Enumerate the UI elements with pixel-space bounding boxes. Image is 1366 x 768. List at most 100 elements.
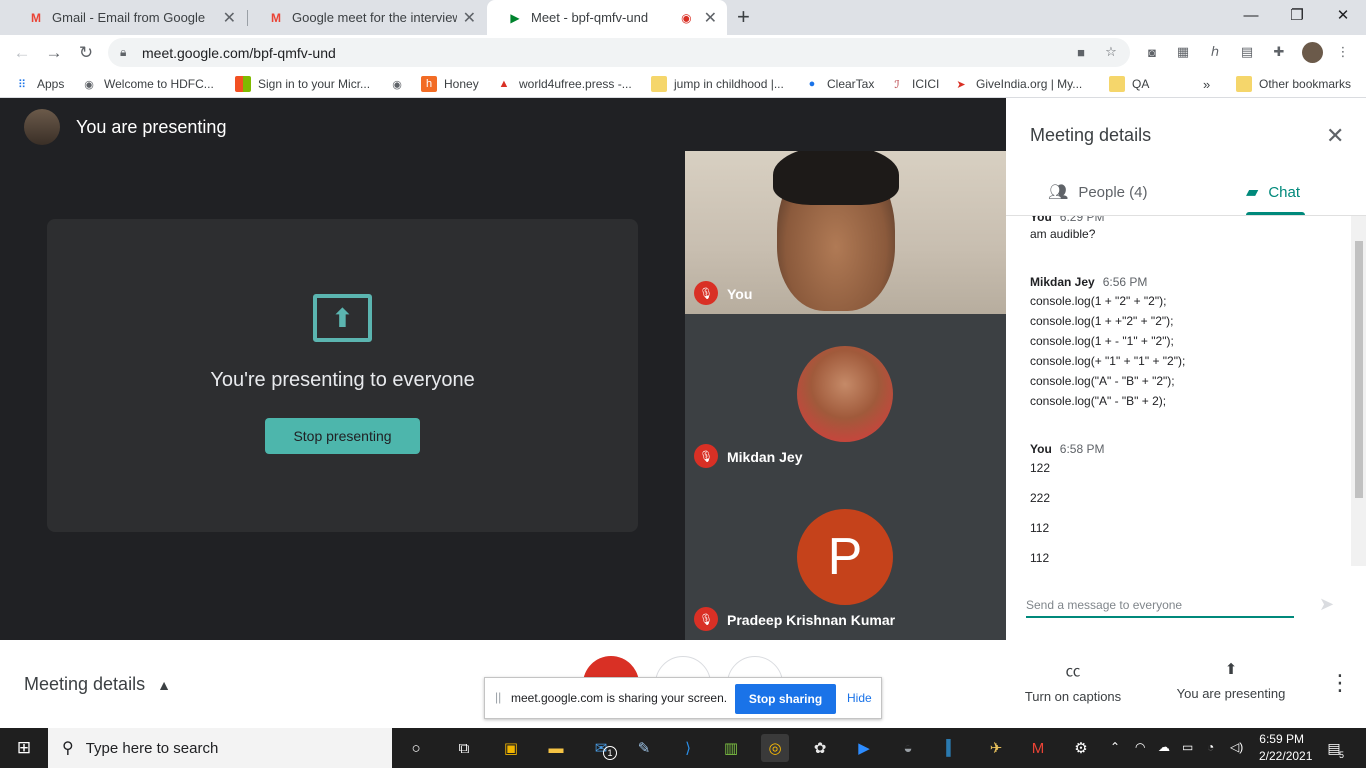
bookmark-label: world4ufree.press -... (519, 77, 632, 91)
store-icon[interactable]: ▣ (497, 734, 525, 762)
tab-meet[interactable]: ▶ Meet - bpf-qmfv-und ◉ ✕ (487, 0, 727, 35)
close-tab-icon[interactable]: ✕ (704, 8, 717, 28)
participant-tile-pradeep[interactable]: P 🎙︎ Pradeep Krishnan Kumar (685, 477, 1006, 640)
message-header: You 6:58 PM (1030, 442, 1104, 456)
editor-icon[interactable]: ▍ (938, 734, 966, 762)
screenshot-extension-icon[interactable]: ◙ (1143, 43, 1161, 61)
gmail-icon[interactable]: M (1024, 734, 1052, 762)
taskbar-search[interactable]: ⚲ Type here to search (48, 728, 392, 768)
reload-icon[interactable]: ↻ (74, 41, 98, 65)
presenting-button[interactable]: ⬆ You are presenting (1174, 660, 1288, 701)
chat-scrollbar-thumb[interactable] (1355, 241, 1363, 498)
honey-extension-icon[interactable]: ℎ (1206, 43, 1224, 61)
bookmark-honey[interactable]: h Honey (421, 75, 479, 93)
chat-log: You 6:29 PM am audible? Mikdan Jey 6:56 PM… (1030, 216, 1350, 566)
presentation-card: ⬆ You're presenting to everyone Stop pre… (47, 219, 638, 532)
bookmark-microsoft[interactable]: Sign in to your Micr... (235, 75, 370, 93)
network-icon[interactable]: ◠ (1135, 740, 1145, 754)
maximize-icon[interactable]: ❐ (1274, 0, 1320, 30)
task-view-icon[interactable]: ⧉ (450, 734, 478, 762)
close-tab-icon[interactable]: ✕ (463, 8, 476, 28)
bookmark-icici[interactable]: ℐ ICICI (889, 75, 939, 93)
vscode-icon[interactable]: ⟩ (674, 734, 702, 762)
participant-tile-you[interactable]: 🎙︎ You (685, 151, 1006, 314)
wifi-icon[interactable]: ◔ (1207, 740, 1214, 754)
close-window-icon[interactable]: ✕ (1320, 0, 1366, 30)
bookmark-jump-childhood[interactable]: jump in childhood |... (651, 75, 784, 93)
bookmark-other[interactable]: Other bookmarks (1236, 75, 1351, 93)
tab-gmail[interactable]: M Gmail - Email from Google ✕ (8, 0, 246, 35)
cloud-icon[interactable]: ☁ (1158, 740, 1170, 754)
bookmark-globe[interactable]: ◉ (389, 75, 412, 93)
forward-icon[interactable]: → (42, 41, 66, 65)
volume-icon[interactable]: ◁) (1230, 740, 1243, 754)
hide-button[interactable]: Hide (847, 691, 872, 705)
windows-start-icon[interactable]: ⊞ (0, 728, 48, 768)
extension-icon[interactable]: ▦ (1174, 43, 1192, 61)
stop-sharing-button[interactable]: Stop sharing (735, 684, 836, 714)
close-panel-icon[interactable]: ✕ (1326, 123, 1344, 149)
app-icon[interactable]: ✈ (982, 734, 1010, 762)
more-bookmarks-icon[interactable]: » (1203, 75, 1210, 93)
close-tab-icon[interactable]: ✕ (223, 8, 236, 28)
bookmark-star-icon[interactable]: ☆ (1102, 43, 1120, 61)
captions-button[interactable]: ㏄ Turn on captions (1020, 660, 1126, 704)
camera-icon[interactable]: ■ (1072, 43, 1090, 61)
clock-time: 6:59 PM (1259, 732, 1304, 746)
meet-icon: ▶ (510, 10, 520, 25)
bookmark-cleartax[interactable]: ● ClearTax (804, 75, 875, 93)
notepad-plus-icon[interactable]: ▥ (717, 734, 745, 762)
message-header: Mikdan Jey 6:56 PM (1030, 275, 1147, 289)
participant-name: You (727, 286, 753, 302)
battery-icon[interactable]: ▭ (1182, 740, 1193, 754)
cortana-icon[interactable]: ○ (402, 734, 430, 762)
profile-avatar[interactable] (1302, 42, 1323, 63)
windows-taskbar: ⊞ ⚲ Type here to search ○ ⧉ ▣ ▬ ✉ 1 ✎ ⟩ … (0, 728, 1366, 768)
tab-people[interactable]: 👥︎ People (4) (1048, 182, 1148, 202)
bookmark-label: ClearTax (827, 77, 875, 91)
new-tab-icon[interactable]: + (737, 4, 750, 30)
more-options-icon[interactable]: ⋮ (1329, 670, 1351, 696)
panel-title: Meeting details (1030, 125, 1152, 145)
settings-gear-icon[interactable]: ⚙ (1067, 734, 1095, 762)
participant-video-hair (773, 151, 899, 205)
address-bar[interactable]: 🔒︎ meet.google.com/bpf-qmfv-und ■ ☆ (108, 38, 1130, 67)
bookmarks-bar: ⠿ Apps ◉ Welcome to HDFC... Sign in to you… (0, 70, 1366, 98)
bookmark-hdfc[interactable]: ◉ Welcome to HDFC... (81, 75, 214, 93)
zoom-icon[interactable]: ▶ (850, 734, 878, 762)
chrome-icon[interactable]: ◎ (761, 734, 789, 762)
meeting-details-label: Meeting details (24, 674, 146, 694)
minimize-icon[interactable]: — (1228, 0, 1274, 30)
message-time: 6:58 PM (1059, 442, 1105, 456)
gmail-icon: M (271, 10, 281, 25)
eclipse-icon[interactable]: ◒ (894, 734, 922, 762)
chat-message-input[interactable] (1026, 595, 1294, 615)
document-extension-icon[interactable]: ▤ (1238, 43, 1256, 61)
bookmark-world4ufree[interactable]: ▲ world4ufree.press -... (496, 75, 632, 93)
puzzle-extensions-icon[interactable]: ✚ (1270, 43, 1288, 61)
back-icon[interactable]: ← (10, 41, 34, 65)
tray-chevron-up-icon[interactable]: ⌃ (1110, 740, 1120, 754)
meeting-details-toggle[interactable]: Meeting details ▲ (24, 674, 171, 695)
mail-badge: 1 (603, 746, 617, 760)
clock-date: 2/22/2021 (1259, 749, 1313, 763)
bookmark-giveindia[interactable]: ➤ GiveIndia.org | My... (953, 75, 1082, 93)
icici-icon: ℐ (894, 78, 900, 91)
participant-name: Pradeep Krishnan Kumar (727, 612, 896, 628)
bookmark-qa[interactable]: QA (1109, 75, 1149, 93)
message-line: console.log(1 + +"2" + "2"); (1030, 314, 1174, 328)
file-explorer-icon[interactable]: ▬ (542, 734, 570, 762)
app-icon[interactable]: ✿ (806, 734, 834, 762)
system-clock[interactable]: 6:59 PM 2/22/2021 (1259, 731, 1313, 765)
drag-handle-icon[interactable]: || (495, 690, 501, 704)
bookmark-apps[interactable]: ⠿ Apps (14, 75, 64, 93)
browser-menu-icon[interactable]: ⋮ (1334, 43, 1352, 61)
stop-presenting-button[interactable]: Stop presenting (265, 418, 420, 454)
bookmark-label: Other bookmarks (1259, 77, 1352, 91)
tab-interview-email[interactable]: M Google meet for the interview at ✕ (248, 0, 486, 35)
send-icon[interactable]: ➤ (1319, 594, 1334, 615)
tab-chat[interactable]: ▰ Chat (1246, 182, 1300, 202)
participant-tile-mikdan[interactable]: 🎙︎ Mikdan Jey (685, 314, 1006, 477)
paint-icon[interactable]: ✎ (630, 734, 658, 762)
apps-grid-icon: ⠿ (17, 78, 27, 91)
